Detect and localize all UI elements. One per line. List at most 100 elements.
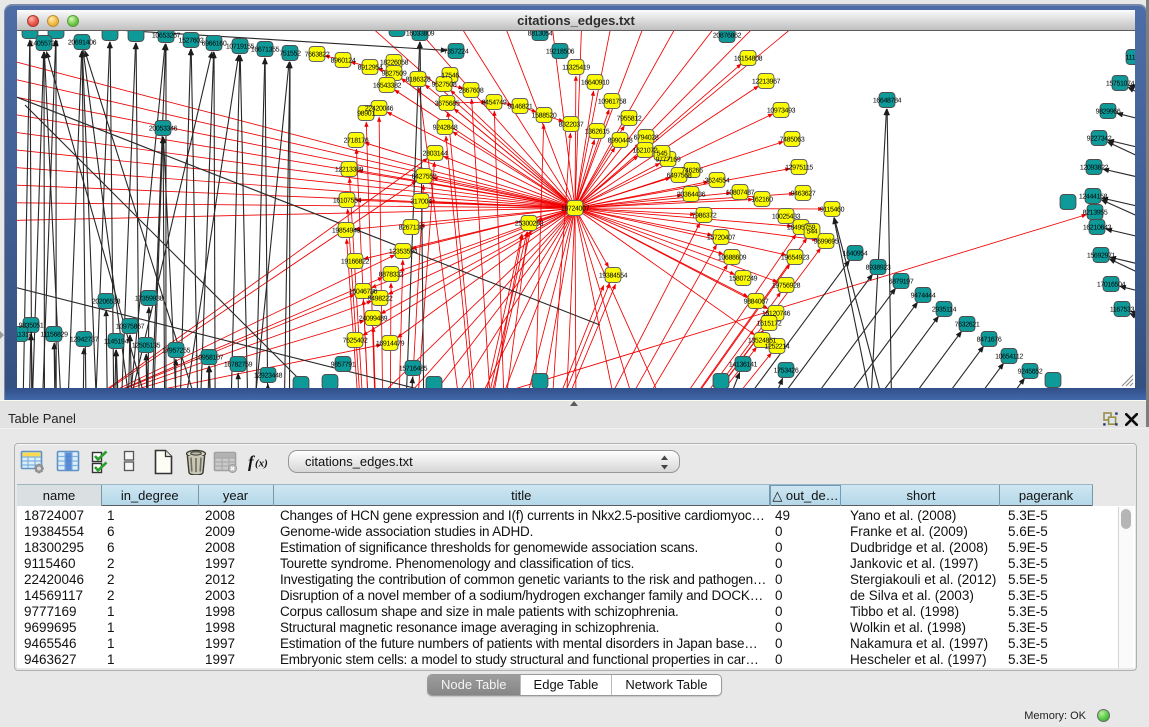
svg-text:7357224: 7357224 xyxy=(444,48,469,55)
svg-text:11325419: 11325419 xyxy=(562,64,590,71)
svg-text:9146821: 9146821 xyxy=(508,103,533,110)
svg-text:9498222: 9498222 xyxy=(368,295,393,302)
svg-text:9827509: 9827509 xyxy=(382,70,407,77)
svg-text:9884067: 9884067 xyxy=(744,298,769,305)
svg-text:15716485: 15716485 xyxy=(399,365,428,372)
svg-text:17359938: 17359938 xyxy=(135,295,164,302)
svg-text:7625402: 7625402 xyxy=(343,337,368,344)
svg-text:3911314: 3911314 xyxy=(17,331,33,338)
svg-text:16033809: 16033809 xyxy=(406,31,435,37)
svg-text:9699695: 9699695 xyxy=(814,238,839,245)
svg-text:20053346: 20053346 xyxy=(149,125,178,132)
svg-text:16640910: 16640910 xyxy=(581,79,610,86)
svg-text:1527602: 1527602 xyxy=(179,37,204,44)
svg-text:19166822: 19166822 xyxy=(341,258,370,265)
svg-text:8938923: 8938923 xyxy=(866,264,891,271)
svg-text:20691406: 20691406 xyxy=(68,39,97,46)
svg-text:12505135: 12505135 xyxy=(132,342,161,349)
svg-text:19654923: 19654923 xyxy=(781,254,810,261)
svg-text:12093822: 12093822 xyxy=(1080,164,1109,171)
svg-text:9227342: 9227342 xyxy=(1087,135,1112,142)
svg-text:162160: 162160 xyxy=(751,196,773,203)
svg-text:16107554: 16107554 xyxy=(333,197,362,204)
svg-text:1621072: 1621072 xyxy=(633,147,658,154)
svg-text:16671355: 16671355 xyxy=(251,46,280,53)
svg-text:14136141: 14136141 xyxy=(729,361,758,368)
svg-text:1615172: 1615172 xyxy=(757,320,782,327)
svg-text:20364436: 20364436 xyxy=(677,191,706,198)
svg-text:10975867: 10975867 xyxy=(116,323,145,330)
svg-text:98901: 98901 xyxy=(357,110,375,117)
svg-text:12942737: 12942737 xyxy=(70,336,99,343)
svg-text:317004: 317004 xyxy=(410,198,432,205)
svg-text:1252214: 1252214 xyxy=(765,343,790,350)
svg-text:24099489: 24099489 xyxy=(359,315,388,322)
svg-text:12923448: 12923448 xyxy=(254,372,283,379)
svg-text:2718176: 2718176 xyxy=(344,137,369,144)
svg-text:12444158: 12444158 xyxy=(1079,193,1108,200)
svg-text:16120746: 16120746 xyxy=(762,310,791,317)
svg-text:10807487: 10807487 xyxy=(726,189,755,196)
svg-text:1753426: 1753426 xyxy=(774,367,799,374)
svg-text:8471676: 8471676 xyxy=(977,336,1002,343)
svg-text:18724007: 18724007 xyxy=(561,205,590,212)
svg-text:7663822: 7663822 xyxy=(305,51,330,58)
svg-text:16914479: 16914479 xyxy=(376,340,405,347)
svg-text:12213967: 12213967 xyxy=(752,78,781,85)
svg-text:16210643: 16210643 xyxy=(1083,224,1112,231)
svg-text:16154808: 16154808 xyxy=(734,55,763,62)
svg-text:17957255: 17957255 xyxy=(162,347,191,354)
svg-text:8813054: 8813054 xyxy=(528,31,553,37)
svg-text:6966160: 6966160 xyxy=(202,40,227,47)
svg-text:7485063: 7485063 xyxy=(780,136,805,143)
svg-text:1588520: 1588520 xyxy=(532,112,557,119)
svg-text:19384554: 19384554 xyxy=(599,272,628,279)
svg-text:20206538: 20206538 xyxy=(92,298,121,305)
svg-text:15692971: 15692971 xyxy=(1087,252,1116,259)
svg-text:9115460: 9115460 xyxy=(820,206,845,213)
svg-text:15720407: 15720407 xyxy=(707,234,736,241)
svg-text:6794028: 6794028 xyxy=(634,134,659,141)
svg-text:12213389: 12213389 xyxy=(335,166,364,173)
svg-text:16648784: 16648784 xyxy=(873,97,902,104)
svg-text:9245652: 9245652 xyxy=(1018,368,1043,375)
svg-text:7955812: 7955812 xyxy=(617,115,642,122)
svg-text:544: 544 xyxy=(807,228,818,235)
svg-text:10958107: 10958107 xyxy=(195,354,224,361)
svg-text:8322037: 8322037 xyxy=(559,121,584,128)
svg-text:1640954: 1640954 xyxy=(843,250,868,257)
svg-text:6497568: 6497568 xyxy=(667,172,692,179)
svg-text:8267130: 8267130 xyxy=(399,224,424,231)
svg-text:8454749: 8454749 xyxy=(482,99,507,106)
svg-text:11172: 11172 xyxy=(1126,54,1135,61)
svg-text:10654112: 10654112 xyxy=(995,353,1023,360)
svg-text:3624554: 3624554 xyxy=(705,177,730,184)
svg-text:6879197: 6879197 xyxy=(889,278,914,285)
svg-text:8427552: 8427552 xyxy=(412,173,437,180)
svg-text:9835051: 9835051 xyxy=(19,322,44,329)
svg-text:751552: 751552 xyxy=(279,50,301,57)
svg-text:20876862: 20876862 xyxy=(713,32,742,39)
svg-text:10688609: 10688609 xyxy=(718,254,747,261)
svg-text:12975115: 12975115 xyxy=(785,164,813,171)
svg-text:16046736: 16046736 xyxy=(349,288,378,295)
svg-text:12353594: 12353594 xyxy=(389,248,418,255)
svg-text:9474444: 9474444 xyxy=(911,292,936,299)
svg-text:8213955: 8213955 xyxy=(1083,209,1108,216)
svg-text:25300293: 25300293 xyxy=(515,220,544,227)
svg-text:10025433: 10025433 xyxy=(772,213,801,220)
svg-text:9829966: 9829966 xyxy=(1096,108,1121,115)
svg-text:1145194: 1145194 xyxy=(104,338,129,345)
svg-text:11156829: 11156829 xyxy=(40,331,68,338)
svg-text:8878332: 8878332 xyxy=(379,271,404,278)
svg-text:10961758: 10961758 xyxy=(598,98,627,105)
svg-text:(x): (x) xyxy=(255,457,268,469)
svg-text:545: 545 xyxy=(657,150,668,157)
svg-text:7986372: 7986372 xyxy=(692,212,717,219)
svg-text:7632621: 7632621 xyxy=(955,321,980,328)
svg-text:9857791: 9857791 xyxy=(331,361,356,368)
svg-text:15807249: 15807249 xyxy=(729,275,758,282)
svg-text:8960124: 8960124 xyxy=(331,57,356,64)
svg-text:19756928: 19756928 xyxy=(772,282,801,289)
svg-text:8186328: 8186328 xyxy=(406,76,431,83)
